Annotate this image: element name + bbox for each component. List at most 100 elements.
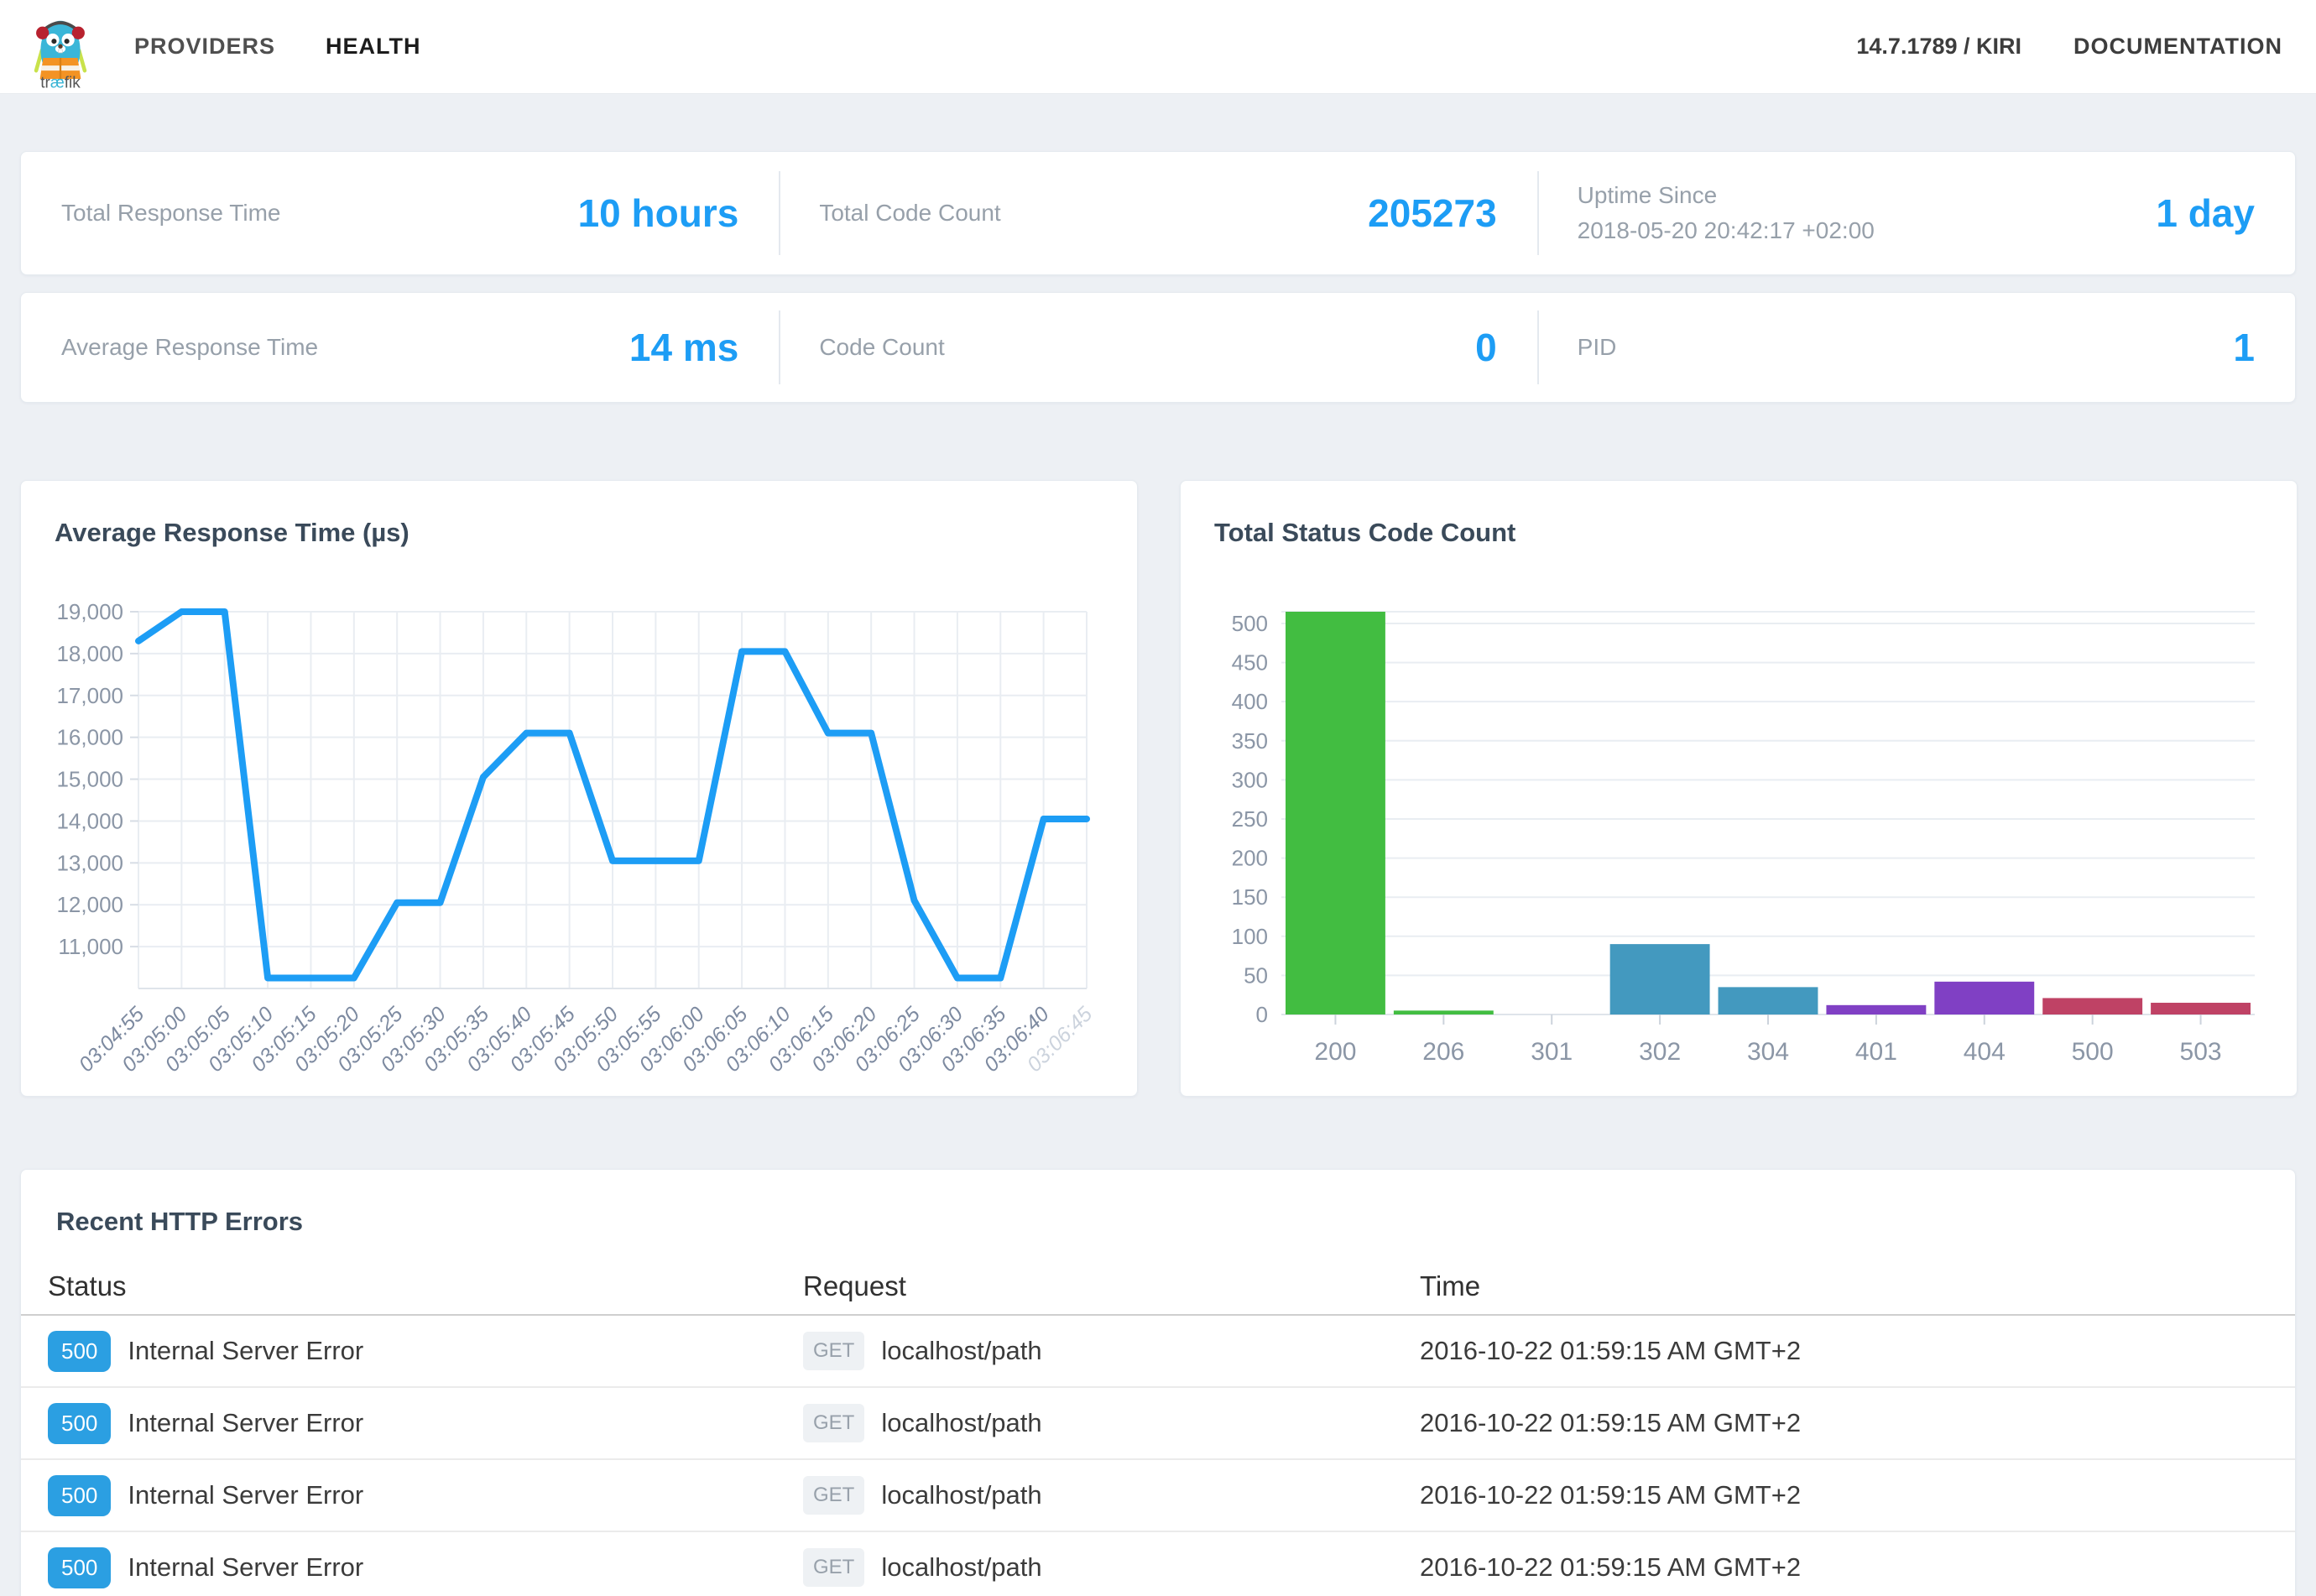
stat-label: Uptime Since 2018-05-20 20:42:17 +02:00	[1578, 178, 1875, 248]
recent-http-errors-card: Recent HTTP Errors Status Request Time 5…	[20, 1169, 2296, 1596]
uptime-date: 2018-05-20 20:42:17 +02:00	[1578, 213, 1875, 248]
nav-tab-health[interactable]: HEALTH	[326, 34, 421, 60]
time-cell: 2016-10-22 01:59:15 AM GMT+2	[1420, 1552, 2295, 1583]
table-row: 500 Internal Server Error GET localhost/…	[21, 1460, 2295, 1532]
svg-text:302: 302	[1639, 1038, 1681, 1066]
http-method-chip: GET	[803, 1404, 864, 1442]
svg-text:50: 50	[1244, 962, 1268, 988]
stat-value: 205273	[1368, 190, 1497, 236]
request-cell: GET localhost/path	[803, 1548, 1420, 1587]
svg-text:500: 500	[1232, 611, 1268, 636]
response-time-chart-card: Average Response Time (µs) 11,00012,0001…	[20, 480, 1138, 1097]
nav-tab-providers[interactable]: PROVIDERS	[134, 34, 275, 60]
stat-value: 14 ms	[629, 325, 738, 370]
stat-label: Total Response Time	[61, 196, 280, 231]
stat-value: 1 day	[2156, 190, 2255, 236]
status-code-badge: 500	[48, 1475, 111, 1516]
svg-text:200: 200	[1232, 846, 1268, 871]
svg-text:500: 500	[2072, 1038, 2114, 1066]
table-row: 500 Internal Server Error GET localhost/…	[21, 1316, 2295, 1388]
svg-text:300: 300	[1232, 767, 1268, 792]
stat-total-response-time: Total Response Time 10 hours	[21, 152, 779, 274]
status-code-badge: 500	[48, 1547, 111, 1588]
traefik-gopher-icon: træfik	[22, 4, 99, 90]
svg-text:304: 304	[1747, 1038, 1789, 1066]
stat-value: 0	[1475, 325, 1497, 370]
svg-text:16,000: 16,000	[56, 725, 123, 750]
svg-text:100: 100	[1232, 924, 1268, 949]
errors-table: Status Request Time 500 Internal Server …	[21, 1259, 2295, 1596]
version-label: 14.7.1789 / KIRI	[1856, 34, 2021, 60]
stat-average-response-time: Average Response Time 14 ms	[21, 293, 779, 402]
status-code-badge: 500	[48, 1331, 111, 1372]
navbar: træfik PROVIDERS HEALTH 14.7.1789 / KIRI…	[0, 0, 2316, 94]
time-cell: 2016-10-22 01:59:15 AM GMT+2	[1420, 1480, 2295, 1510]
status-code-bar-chart: 0 50 100 150 200 250 300 350 400 450 500 200 206 301 3…	[1214, 556, 2263, 1077]
svg-text:206: 206	[1422, 1038, 1464, 1066]
stat-total-code-count: Total Code Count 205273	[779, 152, 1536, 274]
charts-row: Average Response Time (µs) 11,00012,0001…	[20, 480, 2296, 1097]
request-path: localhost/path	[881, 1552, 1041, 1583]
status-message: Internal Server Error	[128, 1552, 363, 1583]
column-header-time: Time	[1420, 1270, 2295, 1302]
svg-text:12,000: 12,000	[56, 892, 123, 917]
svg-text:350: 350	[1232, 728, 1268, 754]
main-nav: PROVIDERS HEALTH	[134, 34, 472, 60]
stat-value: 10 hours	[578, 190, 739, 236]
stats-row-2: Average Response Time 14 ms Code Count 0…	[20, 292, 2296, 403]
stat-code-count: Code Count 0	[779, 293, 1536, 402]
table-row: 500 Internal Server Error GET localhost/…	[21, 1532, 2295, 1596]
http-method-chip: GET	[803, 1332, 864, 1370]
time-cell: 2016-10-22 01:59:15 AM GMT+2	[1420, 1336, 2295, 1366]
svg-text:450: 450	[1232, 650, 1268, 675]
stat-uptime-since: Uptime Since 2018-05-20 20:42:17 +02:00 …	[1537, 152, 2295, 274]
svg-text:17,000: 17,000	[56, 683, 123, 708]
uptime-label: Uptime Since	[1578, 178, 1875, 213]
status-code-chart-card: Total Status Code Count 0 50 100 150 200 250 3…	[1180, 480, 2298, 1097]
status-message: Internal Server Error	[128, 1480, 363, 1510]
time-cell: 2016-10-22 01:59:15 AM GMT+2	[1420, 1408, 2295, 1438]
request-path: localhost/path	[881, 1480, 1041, 1510]
svg-text:301: 301	[1531, 1038, 1573, 1066]
request-path: localhost/path	[881, 1408, 1041, 1438]
svg-text:15,000: 15,000	[56, 767, 123, 792]
svg-text:13,000: 13,000	[56, 850, 123, 875]
svg-text:503: 503	[2180, 1038, 2222, 1066]
http-method-chip: GET	[803, 1476, 864, 1515]
stat-label: Average Response Time	[61, 330, 318, 365]
request-cell: GET localhost/path	[803, 1476, 1420, 1515]
status-message: Internal Server Error	[128, 1336, 363, 1366]
svg-text:11,000: 11,000	[58, 934, 123, 959]
chart-title: Average Response Time (µs)	[55, 518, 1103, 548]
status-message: Internal Server Error	[128, 1408, 363, 1438]
status-cell: 500 Internal Server Error	[48, 1475, 803, 1516]
svg-text:19,000: 19,000	[56, 599, 123, 624]
status-cell: 500 Internal Server Error	[48, 1403, 803, 1444]
svg-text:14,000: 14,000	[56, 808, 123, 833]
svg-text:400: 400	[1232, 689, 1268, 714]
svg-text:401: 401	[1855, 1038, 1897, 1066]
svg-text:150: 150	[1232, 884, 1268, 910]
column-header-status: Status	[48, 1270, 803, 1302]
svg-text:404: 404	[1964, 1038, 2006, 1066]
stat-pid: PID 1	[1537, 293, 2295, 402]
documentation-link[interactable]: DOCUMENTATION	[2073, 34, 2282, 60]
traefik-logo[interactable]: træfik	[22, 3, 102, 91]
response-time-line-chart: 11,000 12,000 13,000 14,000 15,000 16,000 17,0…	[55, 556, 1103, 1077]
chart-title: Total Status Code Count	[1214, 518, 2263, 548]
stat-label: Total Code Count	[819, 196, 1000, 231]
stat-label: Code Count	[819, 330, 944, 365]
stats-row-1: Total Response Time 10 hours Total Code …	[20, 151, 2296, 275]
status-cell: 500 Internal Server Error	[48, 1331, 803, 1372]
stat-label: PID	[1578, 330, 1617, 365]
http-method-chip: GET	[803, 1548, 864, 1587]
svg-text:0: 0	[1256, 1002, 1268, 1027]
svg-text:200: 200	[1314, 1038, 1356, 1066]
svg-text:18,000: 18,000	[56, 641, 123, 666]
errors-table-title: Recent HTTP Errors	[21, 1207, 2295, 1237]
request-cell: GET localhost/path	[803, 1332, 1420, 1370]
svg-text:250: 250	[1232, 806, 1268, 832]
svg-text:træfik: træfik	[40, 74, 81, 89]
request-cell: GET localhost/path	[803, 1404, 1420, 1442]
status-code-badge: 500	[48, 1403, 111, 1444]
